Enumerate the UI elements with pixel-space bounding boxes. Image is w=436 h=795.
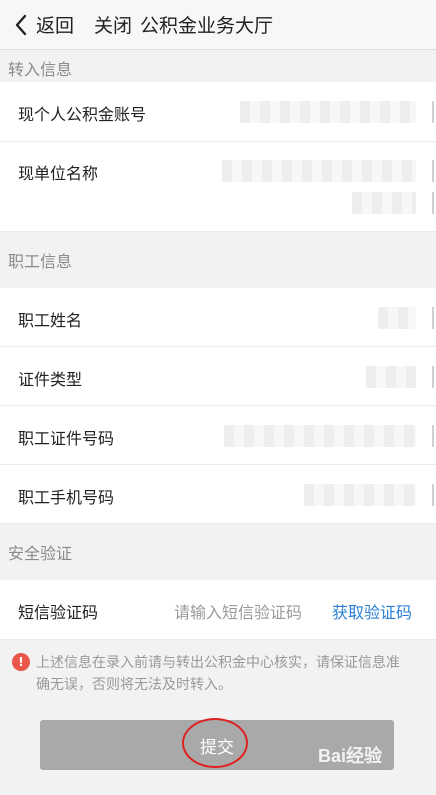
sms-code-input[interactable]: 请输入短信验证码 [174, 599, 302, 623]
scroll-indicator [432, 101, 434, 123]
masked-value [240, 101, 416, 123]
chevron-left-icon [15, 14, 27, 35]
row-current-employer[interactable]: 现单位名称 [0, 142, 436, 232]
masked-value [224, 425, 416, 447]
close-button[interactable]: 关闭 [94, 11, 132, 38]
warning-icon: ! [12, 653, 30, 671]
field-label: 职工手机号码 [18, 488, 115, 507]
row-phone-number[interactable]: 职工手机号码 [0, 465, 436, 524]
back-button[interactable]: 返回 [0, 0, 74, 50]
field-label: 现个人公积金账号 [18, 105, 147, 124]
scroll-indicator [432, 307, 434, 329]
get-code-button[interactable]: 获取验证码 [332, 599, 412, 623]
watermark-logo: Bai经验 [318, 746, 383, 766]
field-label: 现单位名称 [18, 164, 99, 183]
row-current-account[interactable]: 现个人公积金账号 [0, 82, 436, 142]
row-employee-name[interactable]: 职工姓名 [0, 288, 436, 347]
notice-text: 上述信息在录入前请与转出公积金中心核实，请保证信息准确无误，否则将无法及时转入。 [36, 655, 400, 693]
back-label: 返回 [36, 15, 75, 37]
field-label: 职工证件号码 [18, 429, 115, 448]
scroll-indicator [432, 425, 434, 447]
masked-value [304, 484, 416, 506]
scroll-indicator [432, 366, 434, 388]
submit-label: 提交 [200, 737, 234, 757]
row-id-type[interactable]: 证件类型 [0, 347, 436, 406]
scroll-indicator [432, 484, 434, 506]
field-label: 证件类型 [18, 370, 83, 389]
masked-value [222, 160, 416, 182]
masked-value [352, 192, 416, 214]
section-title: 转入信息 [8, 60, 73, 79]
field-label: 短信验证码 [18, 603, 99, 622]
scroll-indicator [432, 160, 434, 182]
section-title: 安全验证 [8, 544, 73, 563]
section-title: 职工信息 [8, 252, 73, 271]
row-id-number[interactable]: 职工证件号码 [0, 406, 436, 465]
masked-value [378, 307, 416, 329]
top-bar: 返回 关闭 公积金业务大厅 [0, 0, 436, 50]
row-sms-code: 短信验证码 请输入短信验证码 获取验证码 [0, 580, 436, 640]
page-title: 公积金业务大厅 [140, 15, 274, 37]
section-header-security: 安全验证 [0, 524, 436, 580]
scroll-indicator [432, 192, 434, 214]
field-label: 职工姓名 [18, 311, 83, 330]
masked-value [366, 366, 416, 388]
notice-message: ! 上述信息在录入前请与转出公积金中心核实，请保证信息准确无误，否则将无法及时转… [0, 640, 436, 702]
section-header-employee: 职工信息 [0, 232, 436, 288]
